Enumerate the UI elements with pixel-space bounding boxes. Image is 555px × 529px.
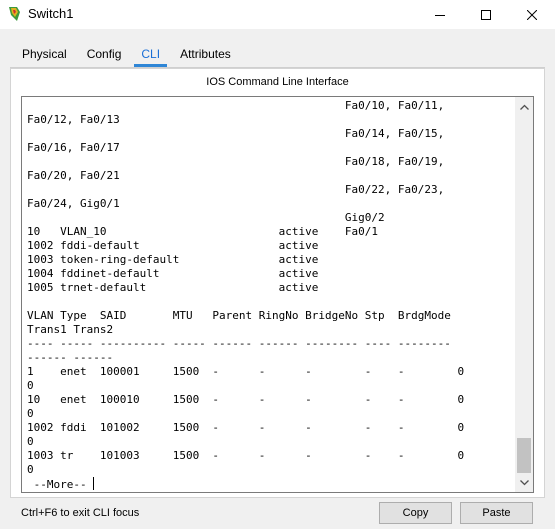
panel-title: IOS Command Line Interface bbox=[206, 76, 349, 88]
close-button[interactable] bbox=[509, 0, 555, 29]
minimize-icon bbox=[435, 14, 445, 16]
tab-config[interactable]: Config bbox=[77, 43, 132, 65]
scroll-up-button[interactable] bbox=[515, 98, 533, 115]
copy-button[interactable]: Copy bbox=[379, 502, 452, 524]
chevron-up-icon bbox=[519, 104, 529, 110]
paste-button[interactable]: Paste bbox=[460, 502, 533, 524]
maximize-button[interactable] bbox=[463, 0, 509, 29]
tab-physical[interactable]: Physical bbox=[12, 43, 77, 65]
text-cursor bbox=[93, 477, 95, 490]
exit-focus-hint: Ctrl+F6 to exit CLI focus bbox=[21, 507, 140, 519]
window-title: Switch1 bbox=[28, 6, 74, 21]
terminal-scrollbar[interactable] bbox=[515, 97, 533, 492]
scroll-thumb[interactable] bbox=[517, 438, 531, 473]
tab-cli[interactable]: CLI bbox=[131, 43, 170, 67]
title-bar: Switch1 bbox=[0, 0, 555, 29]
more-prompt: --More-- bbox=[27, 478, 94, 491]
minimize-button[interactable] bbox=[417, 0, 463, 29]
close-icon bbox=[527, 9, 537, 20]
tab-bar: Physical Config CLI Attributes bbox=[12, 43, 241, 67]
cli-terminal[interactable]: Fa0/9 Fa0/10, Fa0/11, Fa0/12, Fa0/13 Fa0… bbox=[21, 96, 534, 493]
tab-attributes[interactable]: Attributes bbox=[170, 43, 241, 65]
scroll-down-button[interactable] bbox=[515, 474, 533, 491]
maximize-icon bbox=[481, 9, 491, 20]
switch-icon bbox=[7, 5, 23, 23]
chevron-down-icon bbox=[519, 479, 529, 485]
terminal-output: Fa0/9 Fa0/10, Fa0/11, Fa0/12, Fa0/13 Fa0… bbox=[27, 97, 465, 492]
terminal-lines: Fa0/9 Fa0/10, Fa0/11, Fa0/12, Fa0/13 Fa0… bbox=[27, 97, 465, 476]
